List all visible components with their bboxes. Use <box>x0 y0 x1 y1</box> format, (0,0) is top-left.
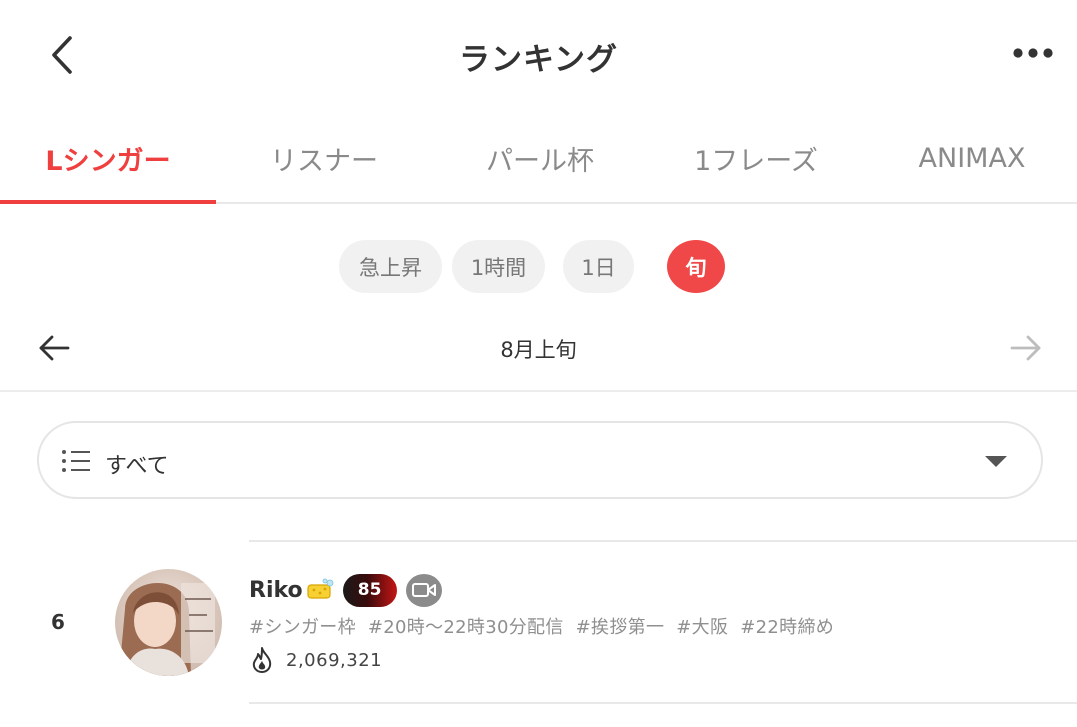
fire-icon <box>252 647 272 673</box>
tab-one-phrase[interactable]: 1フレーズ <box>648 112 864 204</box>
sponge-icon <box>307 578 334 599</box>
category-filter-dropdown[interactable]: すべて <box>37 421 1043 499</box>
caret-down-icon <box>985 456 1007 467</box>
list-icon <box>62 450 90 472</box>
user-info: Riko 85 <box>249 573 442 607</box>
tab-label: ANIMAX <box>918 142 1026 174</box>
period-label: 急上昇 <box>359 255 422 280</box>
date-navigator: 8月上旬 <box>0 316 1077 392</box>
avatar-image <box>115 569 222 676</box>
period-1day-button[interactable]: 1日 <box>563 240 634 293</box>
period-label: 8月上旬 <box>500 338 577 362</box>
tab-label: Lシンガー <box>45 145 171 177</box>
level-badge: 85 <box>342 573 397 607</box>
tag[interactable]: #20時〜22時30分配信 <box>368 617 564 638</box>
tab-l-singer[interactable]: Lシンガー <box>0 112 216 204</box>
period-rising-button[interactable]: 急上昇 <box>339 240 442 293</box>
arrow-right-icon <box>1010 335 1041 361</box>
rank-number: 6 <box>51 610 65 634</box>
ranking-row[interactable]: 6 Riko 85 #シンガー枠 #20時〜22時30分配信 #挨拶第一 #大阪… <box>0 540 1077 705</box>
tag[interactable]: #22時締め <box>740 617 834 638</box>
period-label: 旬 <box>685 255 707 280</box>
period-label: 1日 <box>581 255 616 280</box>
active-tab-indicator <box>0 200 216 204</box>
avatar[interactable] <box>115 569 222 676</box>
tab-label: パール杯 <box>486 145 594 177</box>
next-period-button[interactable] <box>1002 330 1050 366</box>
divider <box>249 540 1077 542</box>
filter-label: すべて <box>105 454 169 479</box>
page-title: ランキング <box>458 42 619 78</box>
tab-pearl-cup[interactable]: パール杯 <box>432 112 648 204</box>
video-camera-icon <box>405 573 442 607</box>
tab-animax[interactable]: ANIMAX <box>864 112 1077 204</box>
tab-label: リスナー <box>270 145 378 177</box>
tag[interactable]: #大阪 <box>676 617 728 638</box>
username[interactable]: Riko <box>249 578 303 603</box>
tab-label: 1フレーズ <box>694 145 818 177</box>
divider <box>249 702 1077 704</box>
points-info: 2,069,321 <box>250 647 382 673</box>
period-selector: 急上昇 1時間 1日 旬 <box>0 240 1077 294</box>
period-ten-days-button[interactable]: 旬 <box>667 240 725 293</box>
tab-listener[interactable]: リスナー <box>216 112 432 204</box>
more-button[interactable] <box>1011 36 1055 70</box>
period-label: 1時間 <box>470 255 527 280</box>
tag[interactable]: #シンガー枠 <box>249 617 356 638</box>
header: ランキング <box>0 0 1077 110</box>
tag[interactable]: #挨拶第一 <box>576 617 665 638</box>
more-horizontal-icon <box>1013 48 1053 58</box>
points-value: 2,069,321 <box>286 649 383 671</box>
category-tabs: Lシンガー リスナー パール杯 1フレーズ ANIMAX <box>0 112 1077 204</box>
period-1hour-button[interactable]: 1時間 <box>452 240 545 293</box>
tag-list: #シンガー枠 #20時〜22時30分配信 #挨拶第一 #大阪 #22時締め <box>249 613 840 639</box>
